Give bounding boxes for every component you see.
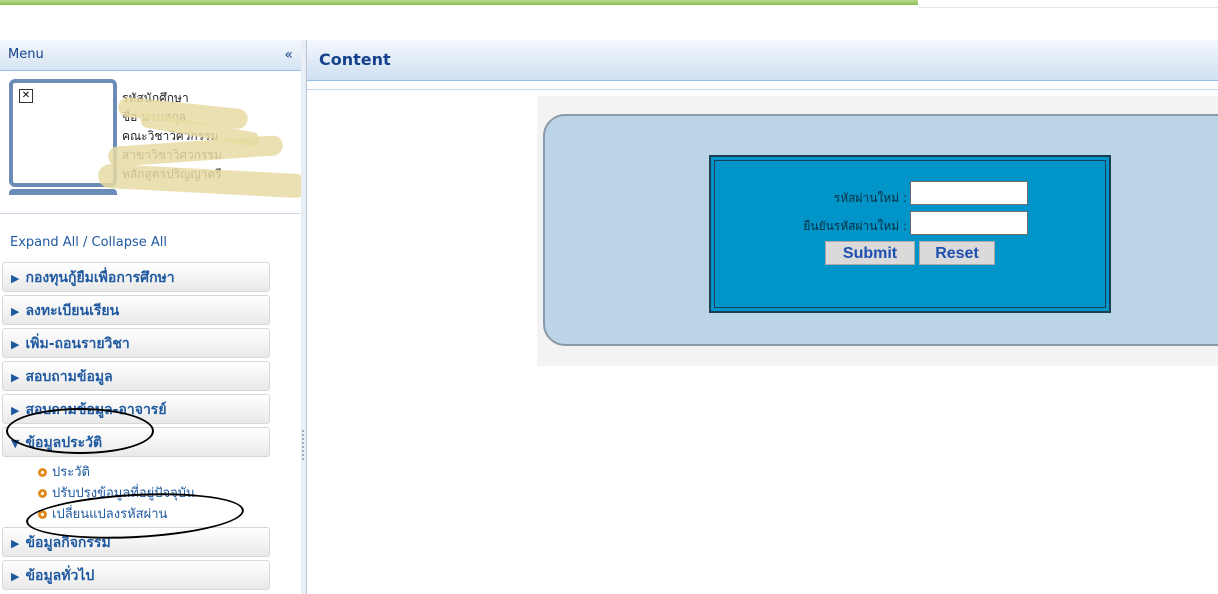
bullet-icon bbox=[38, 468, 47, 477]
nav-item-label: สอบถามข้อมูล bbox=[25, 369, 113, 385]
subitem-history[interactable]: ประวัติ bbox=[38, 462, 301, 483]
nav-item-label: ข้อมูลทั่วไป bbox=[25, 568, 95, 584]
nav-item-inquiry[interactable]: ▶ สอบถามข้อมูล bbox=[2, 361, 270, 391]
menu-header: Menu « bbox=[0, 40, 301, 71]
new-password-label: รหัสผ่านใหม่ : bbox=[833, 191, 907, 205]
nav-item-label: ลงทะเบียนเรียน bbox=[25, 303, 120, 319]
content-title: Content bbox=[319, 50, 391, 69]
expand-arrow-icon: ▶ bbox=[11, 305, 20, 318]
profile-photo-second-frame bbox=[9, 189, 117, 195]
sidebar-splitter[interactable] bbox=[301, 40, 307, 594]
expand-arrow-icon: ▶ bbox=[11, 338, 20, 351]
subitem-update-address[interactable]: ปรับปรุงข้อมูลที่อยู่ปัจจุบัน bbox=[38, 483, 301, 504]
subitem-change-password[interactable]: เปลี่ยนแปลงรหัสผ่าน bbox=[38, 504, 301, 525]
nav-item-inquiry-advisor[interactable]: ▶ สอบถามข้อมูล-อาจารย์ bbox=[2, 394, 270, 424]
nav-item-profile[interactable]: ▼ ข้อมูลประวัติ bbox=[2, 427, 270, 457]
expand-arrow-icon: ▶ bbox=[11, 537, 20, 550]
nav-item-label: กองทุนกู้ยืมเพื่อการศึกษา bbox=[25, 270, 175, 286]
reset-button[interactable]: Reset bbox=[919, 241, 995, 265]
expand-collapse-all-link[interactable]: Expand All / Collapse All bbox=[0, 230, 301, 256]
change-password-form: รหัสผ่านใหม่ : ยืนยันรหัสผ่านใหม่ : Subm… bbox=[709, 155, 1111, 313]
nav-item-general[interactable]: ▶ ข้อมูลทั่วไป bbox=[2, 560, 270, 590]
content-header: Content bbox=[307, 40, 1218, 81]
subitem-label: ประวัติ bbox=[52, 465, 90, 480]
nav-item-label: เพิ่ม-ถอนรายวิชา bbox=[25, 336, 130, 352]
nav-list: ▶ กองทุนกู้ยืมเพื่อการศึกษา ▶ ลงทะเบียนเรี… bbox=[0, 262, 301, 590]
top-accent-stripe bbox=[0, 0, 918, 5]
menu-title: Menu bbox=[8, 47, 44, 62]
sidebar: Menu « ✕ รหัสนักศึกษา ชื่อ นามสกุล คณะวิ… bbox=[0, 40, 302, 594]
new-password-input[interactable] bbox=[910, 181, 1028, 205]
bullet-icon bbox=[38, 510, 47, 519]
nav-item-label: สอบถามข้อมูล-อาจารย์ bbox=[25, 402, 167, 418]
profile-submenu: ประวัติ ปรับปรุงข้อมูลที่อยู่ปัจจุบัน เป… bbox=[0, 460, 301, 527]
nav-item-registration[interactable]: ▶ ลงทะเบียนเรียน bbox=[2, 295, 270, 325]
content-divider bbox=[307, 89, 1218, 90]
broken-image-icon: ✕ bbox=[19, 89, 33, 103]
bullet-icon bbox=[38, 489, 47, 498]
collapse-sidebar-icon[interactable]: « bbox=[284, 40, 293, 70]
profile-panel: ✕ รหัสนักศึกษา ชื่อ นามสกุล คณะวิชาวิศวก… bbox=[0, 71, 301, 214]
expand-arrow-icon: ▶ bbox=[11, 570, 20, 583]
collapse-arrow-icon: ▼ bbox=[11, 437, 20, 450]
nav-item-label: ข้อมูลกิจกรรม bbox=[25, 535, 111, 551]
expand-arrow-icon: ▶ bbox=[11, 404, 20, 417]
nav-item-student-loan[interactable]: ▶ กองทุนกู้ยืมเพื่อการศึกษา bbox=[2, 262, 270, 292]
expand-arrow-icon: ▶ bbox=[11, 371, 20, 384]
nav-item-add-drop[interactable]: ▶ เพิ่ม-ถอนรายวิชา bbox=[2, 328, 270, 358]
subitem-label: ปรับปรุงข้อมูลที่อยู่ปัจจุบัน bbox=[52, 486, 195, 501]
splitter-grip-icon bbox=[302, 430, 304, 460]
top-divider bbox=[918, 7, 1218, 8]
nav-item-activities[interactable]: ▶ ข้อมูลกิจกรรม bbox=[2, 527, 270, 557]
nav-item-label: ข้อมูลประวัติ bbox=[25, 435, 103, 451]
subitem-label: เปลี่ยนแปลงรหัสผ่าน bbox=[52, 507, 168, 522]
confirm-password-input[interactable] bbox=[910, 211, 1028, 235]
confirm-password-label: ยืนยันรหัสผ่านใหม่ : bbox=[803, 219, 907, 233]
submit-button[interactable]: Submit bbox=[825, 241, 915, 265]
expand-arrow-icon: ▶ bbox=[11, 272, 20, 285]
